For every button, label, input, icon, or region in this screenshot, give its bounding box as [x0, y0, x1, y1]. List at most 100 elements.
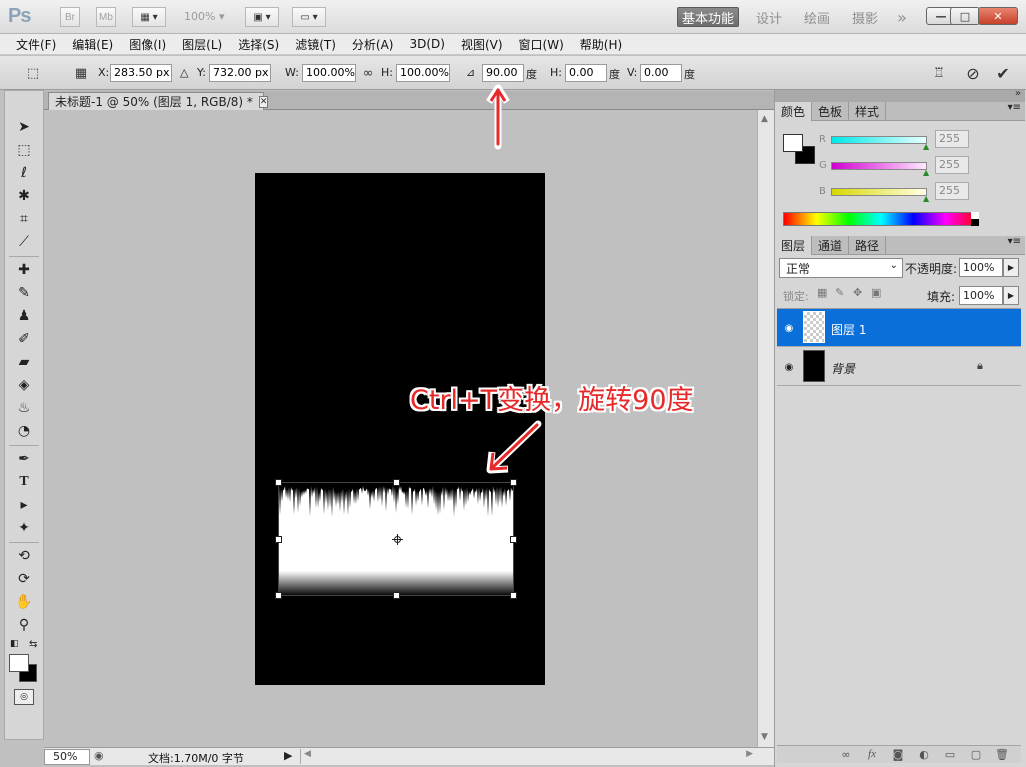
- screen-mode-button[interactable]: ▭ ▾: [292, 7, 326, 27]
- minibridge-button[interactable]: Mb: [96, 7, 116, 27]
- workspace-design[interactable]: 设计: [752, 7, 786, 27]
- layer-row-selected[interactable]: ◉ 图层 1: [777, 309, 1021, 347]
- layer-row-background[interactable]: ◉ 背景 🔒︎: [777, 348, 1021, 386]
- blue-slider-handle-icon[interactable]: ▲: [923, 194, 929, 203]
- workspace-photography[interactable]: 摄影: [848, 7, 882, 27]
- reference-point-icon[interactable]: ▦: [72, 64, 90, 82]
- path-selection-tool-icon[interactable]: ▸: [11, 495, 37, 515]
- tab-channels[interactable]: 通道: [812, 236, 850, 255]
- quick-select-tool-icon[interactable]: ✱: [11, 186, 37, 206]
- menu-filter[interactable]: 滤镜(T): [287, 36, 344, 53]
- transform-handle-bottom-right[interactable]: [510, 592, 517, 599]
- blue-value-field[interactable]: 255: [935, 182, 969, 200]
- zoom-field[interactable]: 50%: [44, 749, 90, 765]
- dodge-tool-icon[interactable]: ◔: [11, 421, 37, 441]
- menu-window[interactable]: 窗口(W): [511, 36, 572, 53]
- tab-layers[interactable]: 图层: [775, 236, 813, 255]
- green-slider[interactable]: [831, 162, 927, 170]
- y-field[interactable]: 732.00 px: [209, 64, 271, 82]
- fx-icon[interactable]: fx: [863, 746, 881, 762]
- h-skew-field[interactable]: 0.00: [565, 64, 607, 82]
- layers-panel-menu-icon[interactable]: ▾≡: [1008, 236, 1025, 254]
- warp-mode-icon[interactable]: ♖: [930, 64, 948, 82]
- fill-slider-arrow-icon[interactable]: ▶: [1003, 286, 1019, 305]
- trash-icon[interactable]: 🗑︎: [993, 746, 1011, 762]
- rotation-angle-field[interactable]: 90.00: [482, 64, 524, 82]
- menu-select[interactable]: 选择(S): [230, 36, 287, 53]
- menu-file[interactable]: 文件(F): [8, 36, 64, 53]
- spectrum-black-swatch[interactable]: [971, 219, 979, 226]
- transform-center-crosshair-icon[interactable]: [392, 534, 403, 545]
- green-slider-handle-icon[interactable]: ▲: [923, 168, 929, 177]
- tab-swatches[interactable]: 色板: [812, 102, 850, 121]
- x-field[interactable]: 283.50 px: [110, 64, 172, 82]
- marquee-tool-icon[interactable]: ⬚: [11, 140, 37, 160]
- paint-bucket-tool-icon[interactable]: ◈: [11, 375, 37, 395]
- zoom-level-dropdown[interactable]: 100% ▾: [184, 10, 224, 23]
- link-icon[interactable]: ∞: [361, 64, 375, 82]
- tab-styles[interactable]: 样式: [849, 102, 887, 121]
- view-extras-button[interactable]: ▦ ▾: [132, 7, 166, 27]
- tab-color[interactable]: 颜色: [775, 102, 813, 121]
- color-spectrum-bar[interactable]: [783, 212, 979, 226]
- menu-edit[interactable]: 编辑(E): [64, 36, 121, 53]
- transform-handle-left[interactable]: [275, 536, 282, 543]
- quick-mask-icon[interactable]: ◎: [14, 689, 34, 705]
- eraser-tool-icon[interactable]: ▰: [11, 352, 37, 372]
- transform-handle-bottom[interactable]: [393, 592, 400, 599]
- lock-transparency-icon[interactable]: ▦: [817, 286, 827, 299]
- blue-slider[interactable]: [831, 188, 927, 196]
- type-tool-icon[interactable]: T: [11, 472, 37, 492]
- menu-layer[interactable]: 图层(L): [174, 36, 230, 53]
- panel-dock-header[interactable]: »: [775, 88, 1025, 102]
- eyedropper-tool-icon[interactable]: ⟋: [11, 232, 37, 252]
- foreground-color-swatch[interactable]: [9, 654, 29, 672]
- lock-pixels-icon[interactable]: ✎: [835, 286, 844, 299]
- swap-colors-icon[interactable]: ⇆: [29, 639, 37, 650]
- panel-menu-icon[interactable]: ▾≡: [1008, 102, 1025, 120]
- eye-icon[interactable]: ◉: [780, 319, 798, 337]
- menu-help[interactable]: 帮助(H): [572, 36, 630, 53]
- workspace-essentials[interactable]: 基本功能: [677, 7, 739, 27]
- transform-handle-top-left[interactable]: [275, 479, 282, 486]
- spectrum-white-swatch[interactable]: [971, 212, 979, 219]
- blend-mode-select[interactable]: 正常 ⌄: [779, 258, 903, 278]
- pen-tool-icon[interactable]: ✒: [11, 449, 37, 469]
- arrange-documents-button[interactable]: ▣ ▾: [245, 7, 279, 27]
- horizontal-scrollbar[interactable]: ◀ ▶: [300, 749, 756, 764]
- scroll-down-icon[interactable]: ▼: [761, 732, 768, 742]
- layer-name[interactable]: 背景: [831, 360, 855, 377]
- transform-handle-right[interactable]: [510, 536, 517, 543]
- foreground-swatch[interactable]: [783, 134, 803, 152]
- commit-transform-icon[interactable]: ✔: [994, 64, 1012, 83]
- opacity-field[interactable]: 100%: [959, 258, 1003, 277]
- scroll-up-icon[interactable]: ▲: [761, 114, 768, 124]
- document-tab[interactable]: 未标题-1 @ 50% (图层 1, RGB/8) * ✕: [48, 92, 269, 110]
- default-colors-icon[interactable]: ◧: [10, 639, 19, 649]
- scroll-right-icon[interactable]: ▶: [746, 749, 753, 759]
- tool-preset-icon[interactable]: ⬚: [22, 64, 44, 82]
- red-slider[interactable]: [831, 136, 927, 144]
- menu-3d[interactable]: 3D(D): [401, 37, 452, 51]
- history-brush-tool-icon[interactable]: ✐: [11, 329, 37, 349]
- status-options-icon[interactable]: ◉: [94, 749, 104, 762]
- vertical-scrollbar[interactable]: ▲ ▼: [757, 110, 774, 747]
- crop-tool-icon[interactable]: ⌗: [11, 209, 37, 229]
- menu-image[interactable]: 图像(I): [121, 36, 174, 53]
- width-field[interactable]: 100.00%: [302, 64, 356, 82]
- lasso-tool-icon[interactable]: ℓ: [11, 163, 37, 183]
- new-group-icon[interactable]: ▭: [941, 746, 959, 762]
- scroll-left-icon[interactable]: ◀: [304, 749, 311, 759]
- clone-stamp-tool-icon[interactable]: ♟: [11, 306, 37, 326]
- zoom-tool-icon[interactable]: ⚲: [11, 615, 37, 635]
- move-tool-icon[interactable]: ➤: [11, 117, 37, 137]
- shape-tool-icon[interactable]: ✦: [11, 518, 37, 538]
- tab-paths[interactable]: 路径: [849, 236, 887, 255]
- cancel-transform-icon[interactable]: ⊘: [964, 64, 982, 83]
- menu-view[interactable]: 视图(V): [453, 36, 511, 53]
- link-layers-icon[interactable]: ∞: [837, 746, 855, 762]
- layer-name[interactable]: 图层 1: [831, 321, 866, 338]
- height-field[interactable]: 100.00%: [396, 64, 450, 82]
- menu-analysis[interactable]: 分析(A): [344, 36, 402, 53]
- more-workspaces-icon[interactable]: »: [890, 7, 914, 27]
